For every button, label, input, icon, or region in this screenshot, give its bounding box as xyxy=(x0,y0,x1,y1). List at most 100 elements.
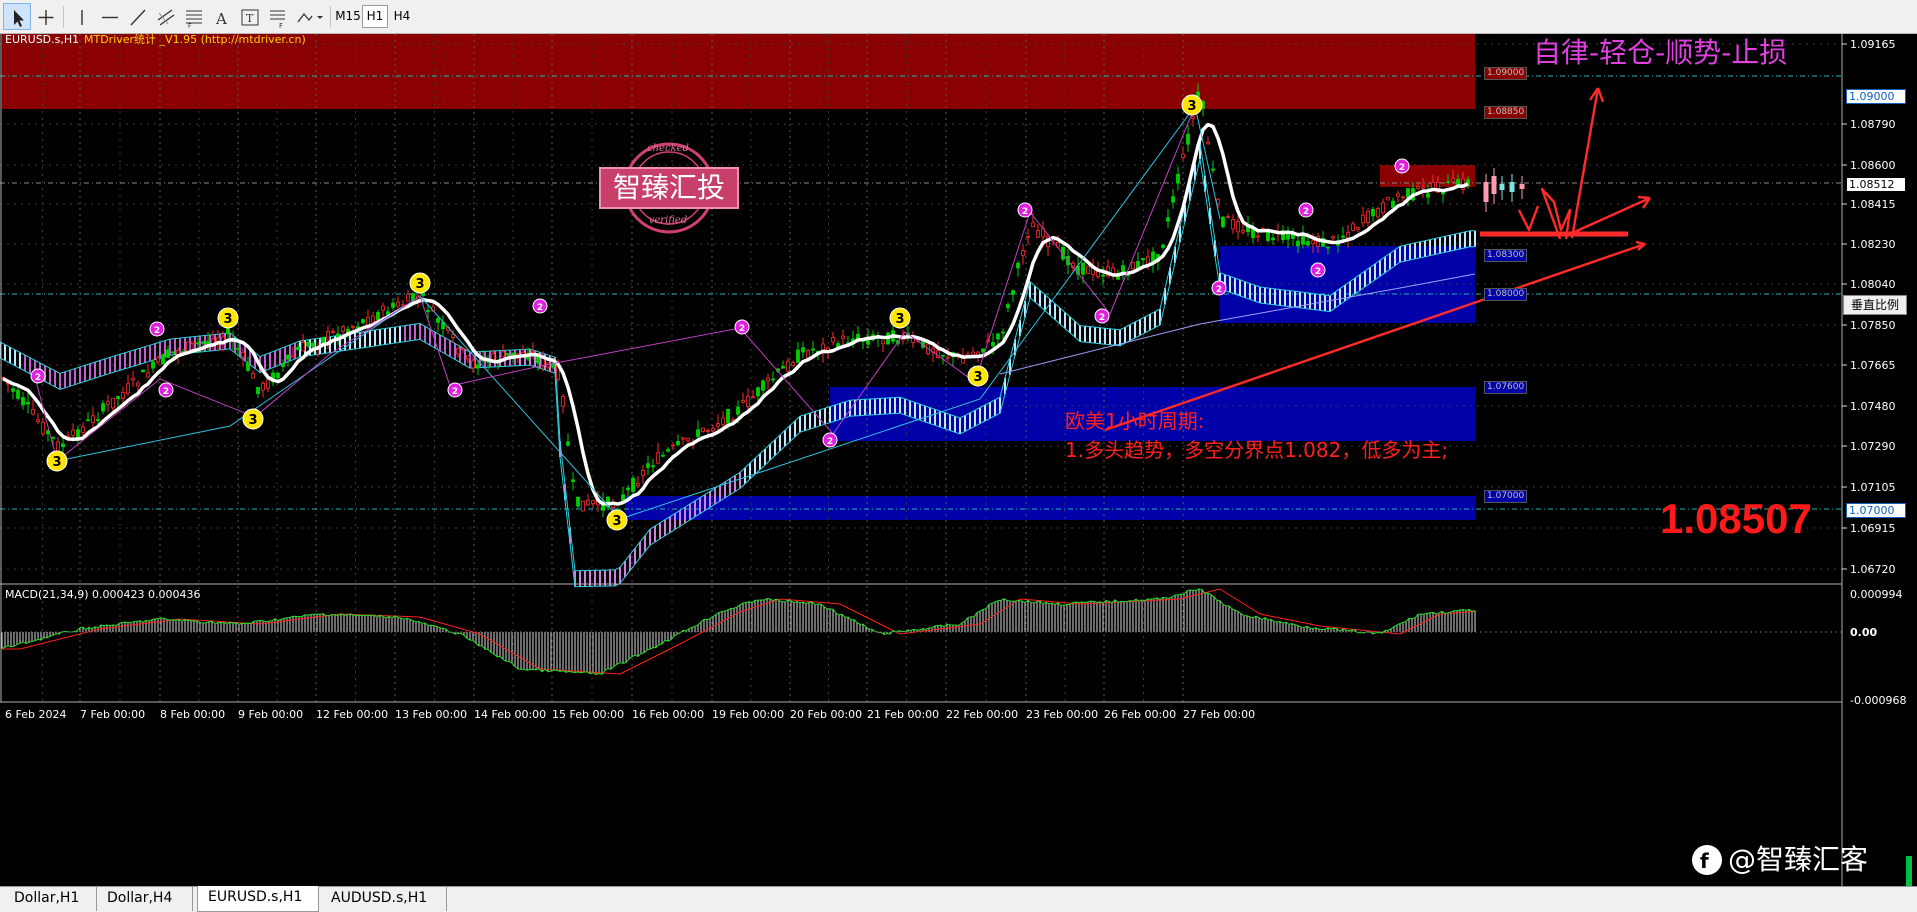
stamp-text: 智臻汇投 xyxy=(612,171,725,204)
timeframe-h4-button[interactable]: H4 xyxy=(389,5,415,28)
candle-body xyxy=(1326,246,1330,249)
candle-body xyxy=(1036,230,1040,238)
fibo-fan-icon[interactable]: F xyxy=(263,3,291,30)
crosshair-icon[interactable] xyxy=(31,3,59,30)
candle-body xyxy=(266,379,270,389)
candle-body xyxy=(571,479,575,482)
time-axis-label: 9 Feb 00:00 xyxy=(238,708,303,721)
candle-body xyxy=(1026,236,1030,238)
candle-body xyxy=(126,383,130,394)
candle-body xyxy=(1371,209,1375,217)
candle-body xyxy=(101,403,105,412)
candle-body xyxy=(421,292,425,296)
candle-body xyxy=(531,351,535,354)
candle-body xyxy=(1341,235,1345,238)
candle-body xyxy=(81,426,85,433)
candle-body xyxy=(281,362,285,368)
candle-body xyxy=(456,347,460,355)
candle-body xyxy=(751,396,755,399)
candle-body xyxy=(641,470,645,477)
candle-body xyxy=(1361,214,1365,224)
candle-body xyxy=(766,377,770,382)
main-toolbar: F A T F M15 H1 H4 xyxy=(0,0,1917,34)
price-chart-canvas[interactable]: 3 3 3 3 3 3 3 3 2 2 2 2 2 2 2 2 2 2 2 2 2 6 Feb 2024 7 Feb 00… xyxy=(0,34,1917,886)
timeframe-m15-button[interactable]: M15 xyxy=(334,5,362,28)
candle-body xyxy=(801,347,805,353)
fibonacci-icon[interactable]: F xyxy=(179,3,207,30)
candle-body xyxy=(501,351,505,358)
time-axis-label: 26 Feb 00:00 xyxy=(1104,708,1176,721)
cursor-icon[interactable] xyxy=(3,3,31,30)
tab-audusd-h1[interactable]: AUDUSD.s,H1 xyxy=(321,887,447,911)
tab-eurusd-h1[interactable]: EURUSD.s,H1 xyxy=(197,886,319,912)
candle-body xyxy=(1191,116,1195,119)
svg-text:T: T xyxy=(246,12,254,25)
candle-body xyxy=(226,328,230,335)
text-label-icon[interactable]: T xyxy=(235,3,263,30)
candle-body xyxy=(216,337,220,342)
candle-body xyxy=(1016,262,1020,269)
candle-body xyxy=(761,380,765,391)
tab-dollar-h1[interactable]: Dollar,H1 xyxy=(4,887,97,911)
indicator-title: MTDriver统计 _V1.95 (http://mtdriver.cn) xyxy=(84,33,306,46)
time-axis-label: 13 Feb 00:00 xyxy=(395,708,467,721)
candle-body xyxy=(656,452,660,464)
time-axis-label: 16 Feb 00:00 xyxy=(632,708,704,721)
candle-body xyxy=(561,395,565,407)
stamp-ring-top: checked xyxy=(647,143,689,154)
candle-body xyxy=(116,396,120,399)
timeframe-h1-button[interactable]: H1 xyxy=(362,5,388,28)
candle-body xyxy=(1001,331,1005,334)
candle-body xyxy=(241,352,245,358)
footer-watermark: f @智臻汇客 xyxy=(1690,840,1890,880)
svg-text:A: A xyxy=(215,10,227,28)
chart-symbol-title: EURUSD.s,H1 xyxy=(5,33,80,46)
current-price-large: 1.08507 xyxy=(1660,495,1812,542)
candle-body xyxy=(946,356,950,359)
macd-title: MACD(21,34,9) 0.000423 0.000436 xyxy=(5,588,201,601)
candle-body xyxy=(791,362,795,367)
candle-body xyxy=(1376,208,1380,218)
chart-window[interactable]: 3 3 3 3 3 3 3 3 2 2 2 2 2 2 2 2 2 2 2 2 2 6 Feb 2024 7 Feb 00… xyxy=(0,33,1917,886)
candle-body xyxy=(381,305,385,311)
candle-body xyxy=(1166,217,1170,222)
stamp-ring-bottom: verified xyxy=(648,215,688,226)
vertical-line-icon[interactable] xyxy=(67,3,95,30)
horizontal-line-icon[interactable] xyxy=(95,3,123,30)
price-axis-label: 1.08040 xyxy=(1850,278,1896,291)
wave-mark-2-label: 2 xyxy=(1315,267,1321,277)
candle-body xyxy=(1186,133,1190,145)
candle-body xyxy=(1081,262,1085,275)
candle-body xyxy=(326,331,330,341)
time-axis-label: 23 Feb 00:00 xyxy=(1026,708,1098,721)
text-icon[interactable]: A xyxy=(207,3,235,30)
scroll-marker-icon xyxy=(1906,856,1912,886)
candle-body xyxy=(1141,257,1145,261)
price-axis-label: 1.06720 xyxy=(1850,563,1896,576)
tab-dollar-h4[interactable]: Dollar,H4 xyxy=(97,887,193,911)
candle-body xyxy=(681,437,685,440)
candle-body xyxy=(286,354,290,360)
trendline-icon[interactable] xyxy=(123,3,151,30)
level-tag: 1.09000 xyxy=(1484,67,1528,80)
candle-body xyxy=(1226,216,1230,219)
resistance-zone-small xyxy=(1380,165,1475,187)
candle-body xyxy=(1416,185,1420,189)
channel-icon[interactable] xyxy=(151,3,179,30)
vertical-scale-button[interactable]: 垂直比例 xyxy=(1843,295,1907,315)
shapes-icon[interactable] xyxy=(291,3,325,30)
wave-mark-2-label: 2 xyxy=(537,303,543,313)
candle-body xyxy=(96,419,100,422)
candle-body xyxy=(296,346,300,351)
price-axis-label: 1.08415 xyxy=(1850,198,1896,211)
candle-body xyxy=(166,349,170,358)
candle-body xyxy=(1206,141,1210,145)
price-axis-label: 1.07850 xyxy=(1850,319,1896,332)
price-axis-label: 1.08600 xyxy=(1850,159,1896,172)
candle-body xyxy=(156,357,160,363)
candle-body xyxy=(716,423,720,427)
candle-body xyxy=(1121,265,1125,272)
candle-body xyxy=(291,355,295,358)
price-axis-label: 1.08790 xyxy=(1850,118,1896,131)
candle-body xyxy=(726,409,730,424)
